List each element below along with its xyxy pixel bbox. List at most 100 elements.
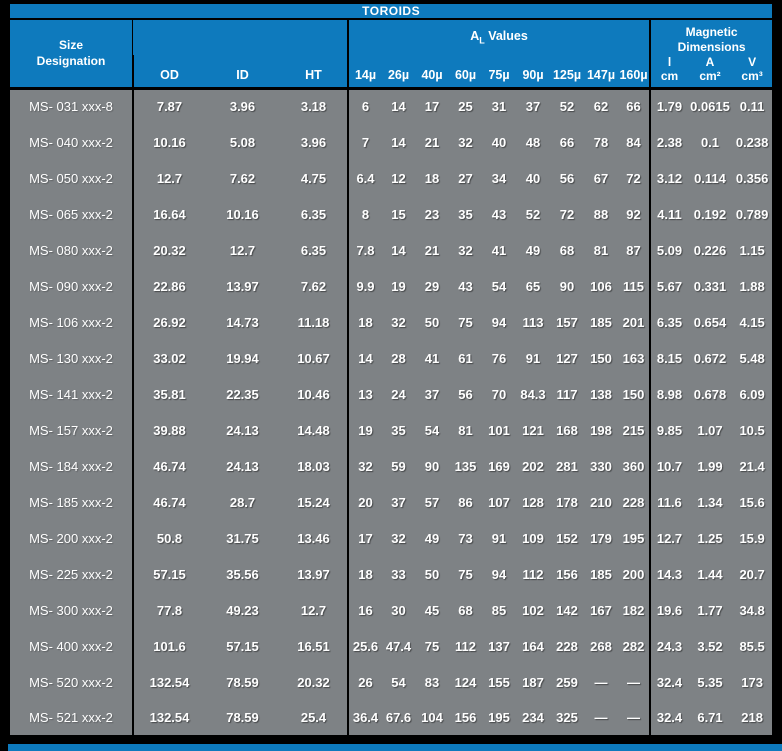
al-value-cell: 19 <box>382 268 415 304</box>
path-length-cell: 5.67 <box>650 268 688 304</box>
table-row: MS- 521 xxx-2 132.54 78.59 25.4 36.4 67.… <box>10 700 772 736</box>
al-value-cell: 67 <box>584 160 618 196</box>
al-value-cell: 201 <box>618 304 650 340</box>
od-cell: 16.64 <box>133 196 205 232</box>
id-cell: 31.75 <box>205 520 280 556</box>
al-value-cell: 164 <box>516 628 550 664</box>
od-cell: 20.32 <box>133 232 205 268</box>
al-value-cell: 24 <box>382 376 415 412</box>
al-value-cell: 234 <box>516 700 550 736</box>
al-value-cell: — <box>618 664 650 700</box>
id-cell: 78.59 <box>205 664 280 700</box>
al-value-cell: 14 <box>382 124 415 160</box>
al-value-cell: 14 <box>348 340 382 376</box>
al-value-cell: 121 <box>516 412 550 448</box>
al-value-cell: 15 <box>382 196 415 232</box>
al-value-cell: 150 <box>618 376 650 412</box>
al-value-cell: 56 <box>449 376 482 412</box>
al-value-cell: 54 <box>482 268 516 304</box>
ht-cell: 20.32 <box>280 664 348 700</box>
al-value-cell: 138 <box>584 376 618 412</box>
table-row: MS- 050 xxx-2 12.7 7.62 4.75 6.4 12 18 2… <box>10 160 772 196</box>
area-cell: 1.99 <box>688 448 732 484</box>
volume-cell: 0.789 <box>732 196 772 232</box>
table-row: MS- 300 xxx-2 77.8 49.23 12.7 16 30 45 6… <box>10 592 772 628</box>
al-value-cell: 70 <box>482 376 516 412</box>
ht-cell: 6.35 <box>280 232 348 268</box>
al-value-cell: 101 <box>482 412 516 448</box>
id-cell: 13.97 <box>205 268 280 304</box>
col-group-dimensions <box>133 19 348 55</box>
al-value-cell: 25 <box>449 88 482 124</box>
al-value-cell: 90 <box>550 268 584 304</box>
al-value-cell: 23 <box>415 196 449 232</box>
al-value-cell: 215 <box>618 412 650 448</box>
size-designation-cell: MS- 106 xxx-2 <box>10 304 133 340</box>
al-value-cell: 185 <box>584 556 618 592</box>
al-value-cell: 7.8 <box>348 232 382 268</box>
od-cell: 39.88 <box>133 412 205 448</box>
area-cell: 0.114 <box>688 160 732 196</box>
al-value-cell: 87 <box>618 232 650 268</box>
al-value-cell: 40 <box>516 160 550 196</box>
al-value-cell: 56 <box>550 160 584 196</box>
table-row: MS- 130 xxx-2 33.02 19.94 10.67 14 28 41… <box>10 340 772 376</box>
id-cell: 57.15 <box>205 628 280 664</box>
col-group-al-values: AL Values <box>348 19 650 55</box>
path-length-cell: 9.85 <box>650 412 688 448</box>
ht-cell: 10.46 <box>280 376 348 412</box>
table-row: MS- 200 xxx-2 50.8 31.75 13.46 17 32 49 … <box>10 520 772 556</box>
header-group-row: Size Designation AL Values Magnetic Dime… <box>10 19 772 55</box>
size-designation-cell: MS- 090 xxx-2 <box>10 268 133 304</box>
size-designation-cell: MS- 520 xxx-2 <box>10 664 133 700</box>
size-designation-cell: MS- 400 xxx-2 <box>10 628 133 664</box>
al-value-cell: 106 <box>584 268 618 304</box>
al-value-cell: 282 <box>618 628 650 664</box>
area-cell: 0.331 <box>688 268 732 304</box>
al-value-cell: 49 <box>415 520 449 556</box>
table-header: TOROIDS Size Designation AL Values Magne… <box>10 4 772 88</box>
al-value-cell: 88 <box>584 196 618 232</box>
al-value-cell: 179 <box>584 520 618 556</box>
od-cell: 26.92 <box>133 304 205 340</box>
col-header-ht: HT <box>280 55 348 88</box>
al-value-cell: 7 <box>348 124 382 160</box>
al-value-cell: 195 <box>618 520 650 556</box>
id-cell: 19.94 <box>205 340 280 376</box>
al-value-cell: 109 <box>516 520 550 556</box>
al-value-cell: 113 <box>516 304 550 340</box>
table-row: MS- 400 xxx-2 101.6 57.15 16.51 25.6 47.… <box>10 628 772 664</box>
al-value-cell: 62 <box>584 88 618 124</box>
path-length-cell: 2.38 <box>650 124 688 160</box>
al-value-cell: 81 <box>584 232 618 268</box>
al-value-cell: 37 <box>516 88 550 124</box>
al-value-cell: 163 <box>618 340 650 376</box>
al-value-cell: 18 <box>415 160 449 196</box>
al-value-cell: 37 <box>415 376 449 412</box>
al-value-cell: 6 <box>348 88 382 124</box>
id-cell: 28.7 <box>205 484 280 520</box>
col-header-al-160u: 160µ <box>618 55 650 88</box>
volume-cell: 0.11 <box>732 88 772 124</box>
al-value-cell: 156 <box>449 700 482 736</box>
al-value-cell: 124 <box>449 664 482 700</box>
al-value-cell: 202 <box>516 448 550 484</box>
bottom-bar <box>8 744 782 751</box>
al-value-cell: 18 <box>348 556 382 592</box>
table-row: MS- 106 xxx-2 26.92 14.73 11.18 18 32 50… <box>10 304 772 340</box>
al-value-cell: 25.6 <box>348 628 382 664</box>
id-cell: 78.59 <box>205 700 280 736</box>
al-value-cell: 152 <box>550 520 584 556</box>
volume-cell: 0.238 <box>732 124 772 160</box>
al-value-cell: 34 <box>482 160 516 196</box>
al-value-cell: 31 <box>482 88 516 124</box>
al-value-cell: 14 <box>382 88 415 124</box>
area-cell: 6.71 <box>688 700 732 736</box>
col-header-id: ID <box>205 55 280 88</box>
al-value-cell: 210 <box>584 484 618 520</box>
path-length-cell: 19.6 <box>650 592 688 628</box>
al-value-cell: 68 <box>449 592 482 628</box>
al-value-cell: 43 <box>449 268 482 304</box>
al-value-cell: 142 <box>550 592 584 628</box>
ht-cell: 16.51 <box>280 628 348 664</box>
